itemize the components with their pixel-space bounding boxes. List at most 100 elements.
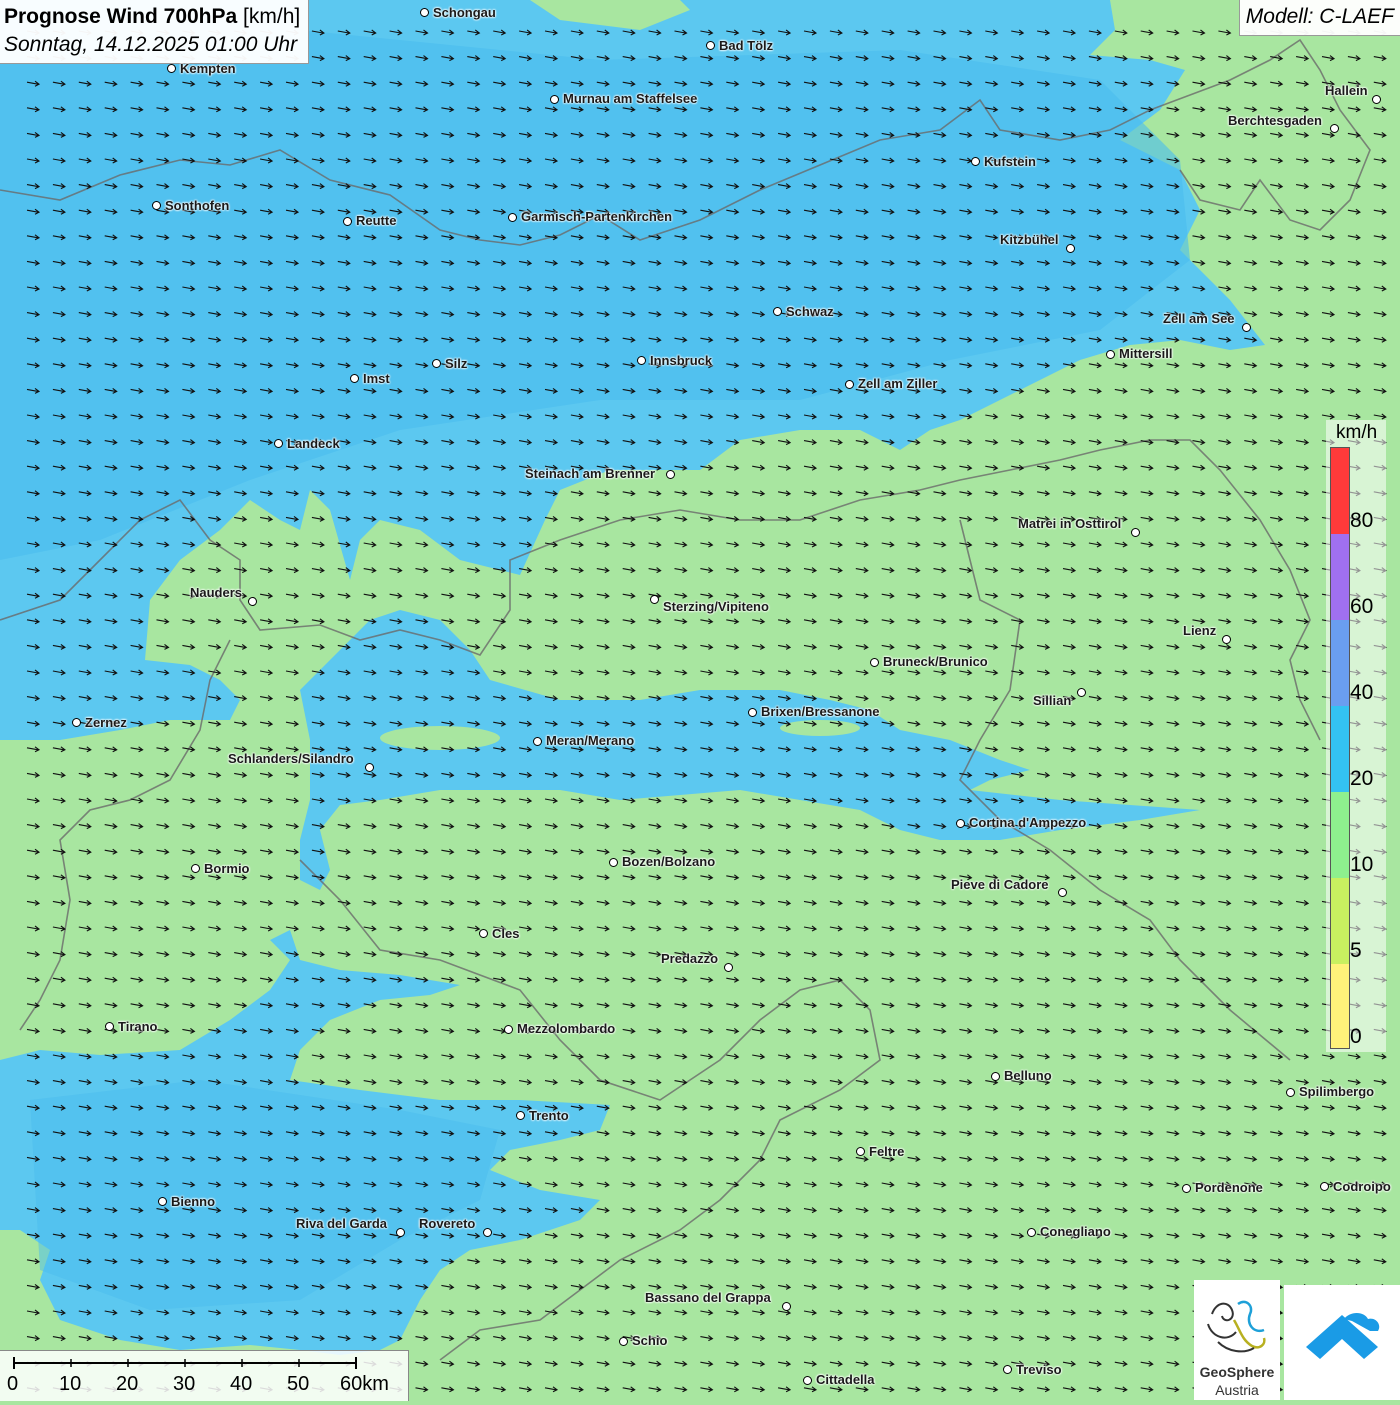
city-label: Pordenone (1195, 1180, 1263, 1195)
city-dot-icon (1106, 350, 1115, 359)
city-dot-icon (724, 963, 733, 972)
city-dot-icon (396, 1228, 405, 1237)
city-label: Matrei in Osttirol (1018, 516, 1122, 531)
legend-label: 20 (1350, 767, 1374, 790)
city-label: Bormio (204, 861, 250, 876)
city-dot-icon (870, 658, 879, 667)
city-dot-icon (72, 718, 81, 727)
city-label: Tirano (118, 1019, 158, 1034)
color-legend: km/h 80 60 40 20 10 5 0 (1326, 420, 1386, 1052)
city-dot-icon (479, 929, 488, 938)
city-dot-icon (365, 763, 374, 772)
legend-label: 0 (1350, 1025, 1362, 1048)
city-dot-icon (856, 1147, 865, 1156)
city-dot-icon (1077, 688, 1086, 697)
city-dot-icon (971, 157, 980, 166)
city-label: Bozen/Bolzano (622, 854, 716, 869)
city-dot-icon (504, 1025, 513, 1034)
city-label: Pieve di Cadore (951, 877, 1049, 892)
city-dot-icon (343, 217, 352, 226)
city-label: Feltre (869, 1144, 905, 1159)
legend-seg-60 (1331, 534, 1349, 620)
city-dot-icon (803, 1376, 812, 1385)
city-dot-icon (533, 737, 542, 746)
city-label: Mittersill (1119, 346, 1173, 361)
city-label: Mezzolombardo (517, 1021, 616, 1036)
city-label: Codroipo (1333, 1179, 1391, 1194)
city-dot-icon (1286, 1088, 1295, 1097)
legend-seg-0 (1331, 964, 1349, 1048)
city-dot-icon (619, 1337, 628, 1346)
geosphere-logo-text: GeoSphere (1199, 1364, 1275, 1380)
legend-color-bar (1330, 447, 1350, 1049)
legend-label: 10 (1350, 853, 1374, 876)
scale-label: 40 (230, 1373, 253, 1395)
forecast-datetime: Sonntag, 14.12.2025 01:00 Uhr (4, 33, 298, 56)
city-label: Lienz (1183, 623, 1217, 638)
legend-seg-80 (1331, 448, 1349, 534)
legend-unit: km/h (1336, 422, 1378, 443)
city-label: Riva del Garda (296, 1216, 388, 1231)
legend-seg-40 (1331, 620, 1349, 706)
land-patch-brixen (780, 720, 860, 736)
city-dot-icon (845, 380, 854, 389)
city-label: Spilimbergo (1299, 1084, 1375, 1099)
geosphere-logo-subtext: Austria (1215, 1382, 1259, 1398)
map-title-unit: [km/h] (243, 5, 301, 28)
city-label: Hallein (1325, 83, 1368, 98)
city-label: Treviso (1016, 1362, 1062, 1377)
city-label: Cittadella (816, 1372, 875, 1387)
city-label: Murnau am Staffelsee (563, 91, 698, 106)
city-label: Landeck (287, 436, 340, 451)
city-label: Innsbruck (650, 353, 713, 368)
city-label: Bassano del Grappa (645, 1290, 771, 1305)
geosphere-logo[interactable]: GeoSphere Austria (1194, 1280, 1280, 1400)
city-dot-icon (956, 819, 965, 828)
city-dot-icon (1131, 528, 1140, 537)
scale-label: 50 (287, 1373, 310, 1395)
geosphere-swirl-icon (1207, 1300, 1266, 1353)
weather-app-logo[interactable] (1284, 1285, 1400, 1400)
city-dot-icon (483, 1228, 492, 1237)
scale-label: 0 (7, 1373, 19, 1395)
city-label: Schwaz (786, 304, 834, 319)
city-dot-icon (105, 1022, 114, 1031)
legend-label: 60 (1350, 595, 1374, 618)
city-dot-icon (1330, 124, 1339, 133)
city-label: Reutte (356, 213, 397, 228)
city-label: Berchtesgaden (1228, 113, 1322, 128)
city-label: Rovereto (419, 1216, 476, 1231)
city-dot-icon (609, 858, 618, 867)
model-label: Modell: C-LAEF (1238, 0, 1400, 36)
city-label: Zell am See (1163, 311, 1235, 326)
city-dot-icon (1182, 1184, 1191, 1193)
city-label: Predazzo (661, 951, 719, 966)
city-label: Meran/Merano (546, 733, 635, 748)
legend-seg-5 (1331, 878, 1349, 964)
city-label: Nauders (190, 585, 243, 600)
legend-seg-10 (1331, 792, 1349, 878)
city-dot-icon (706, 41, 715, 50)
cloud-arrow-icon (1306, 1313, 1380, 1359)
city-dot-icon (666, 470, 675, 479)
scale-label: 60km (340, 1373, 389, 1395)
city-label: Imst (363, 371, 390, 386)
city-dot-icon (152, 201, 161, 210)
city-label: Schlanders/Silandro (228, 751, 354, 766)
city-label: Schio (632, 1333, 668, 1348)
city-dot-icon (1242, 323, 1251, 332)
city-dot-icon (1003, 1365, 1012, 1374)
city-dot-icon (1027, 1228, 1036, 1237)
city-label: Kitzbühel (1000, 232, 1059, 247)
city-dot-icon (773, 307, 782, 316)
city-label: Kempten (180, 61, 236, 76)
title-box: Prognose Wind 700hPa [km/h] Sonntag, 14.… (0, 0, 310, 64)
city-dot-icon (420, 8, 429, 17)
legend-label: 5 (1350, 939, 1362, 962)
map-title-bold: Prognose Wind 700hPa (4, 5, 238, 28)
city-label: Conegliano (1040, 1224, 1111, 1239)
city-dot-icon (991, 1072, 1000, 1081)
city-label: Bad Tölz (719, 38, 774, 53)
map-title: Prognose Wind 700hPa [km/h] (4, 3, 300, 31)
land-patch-meran (380, 726, 500, 750)
